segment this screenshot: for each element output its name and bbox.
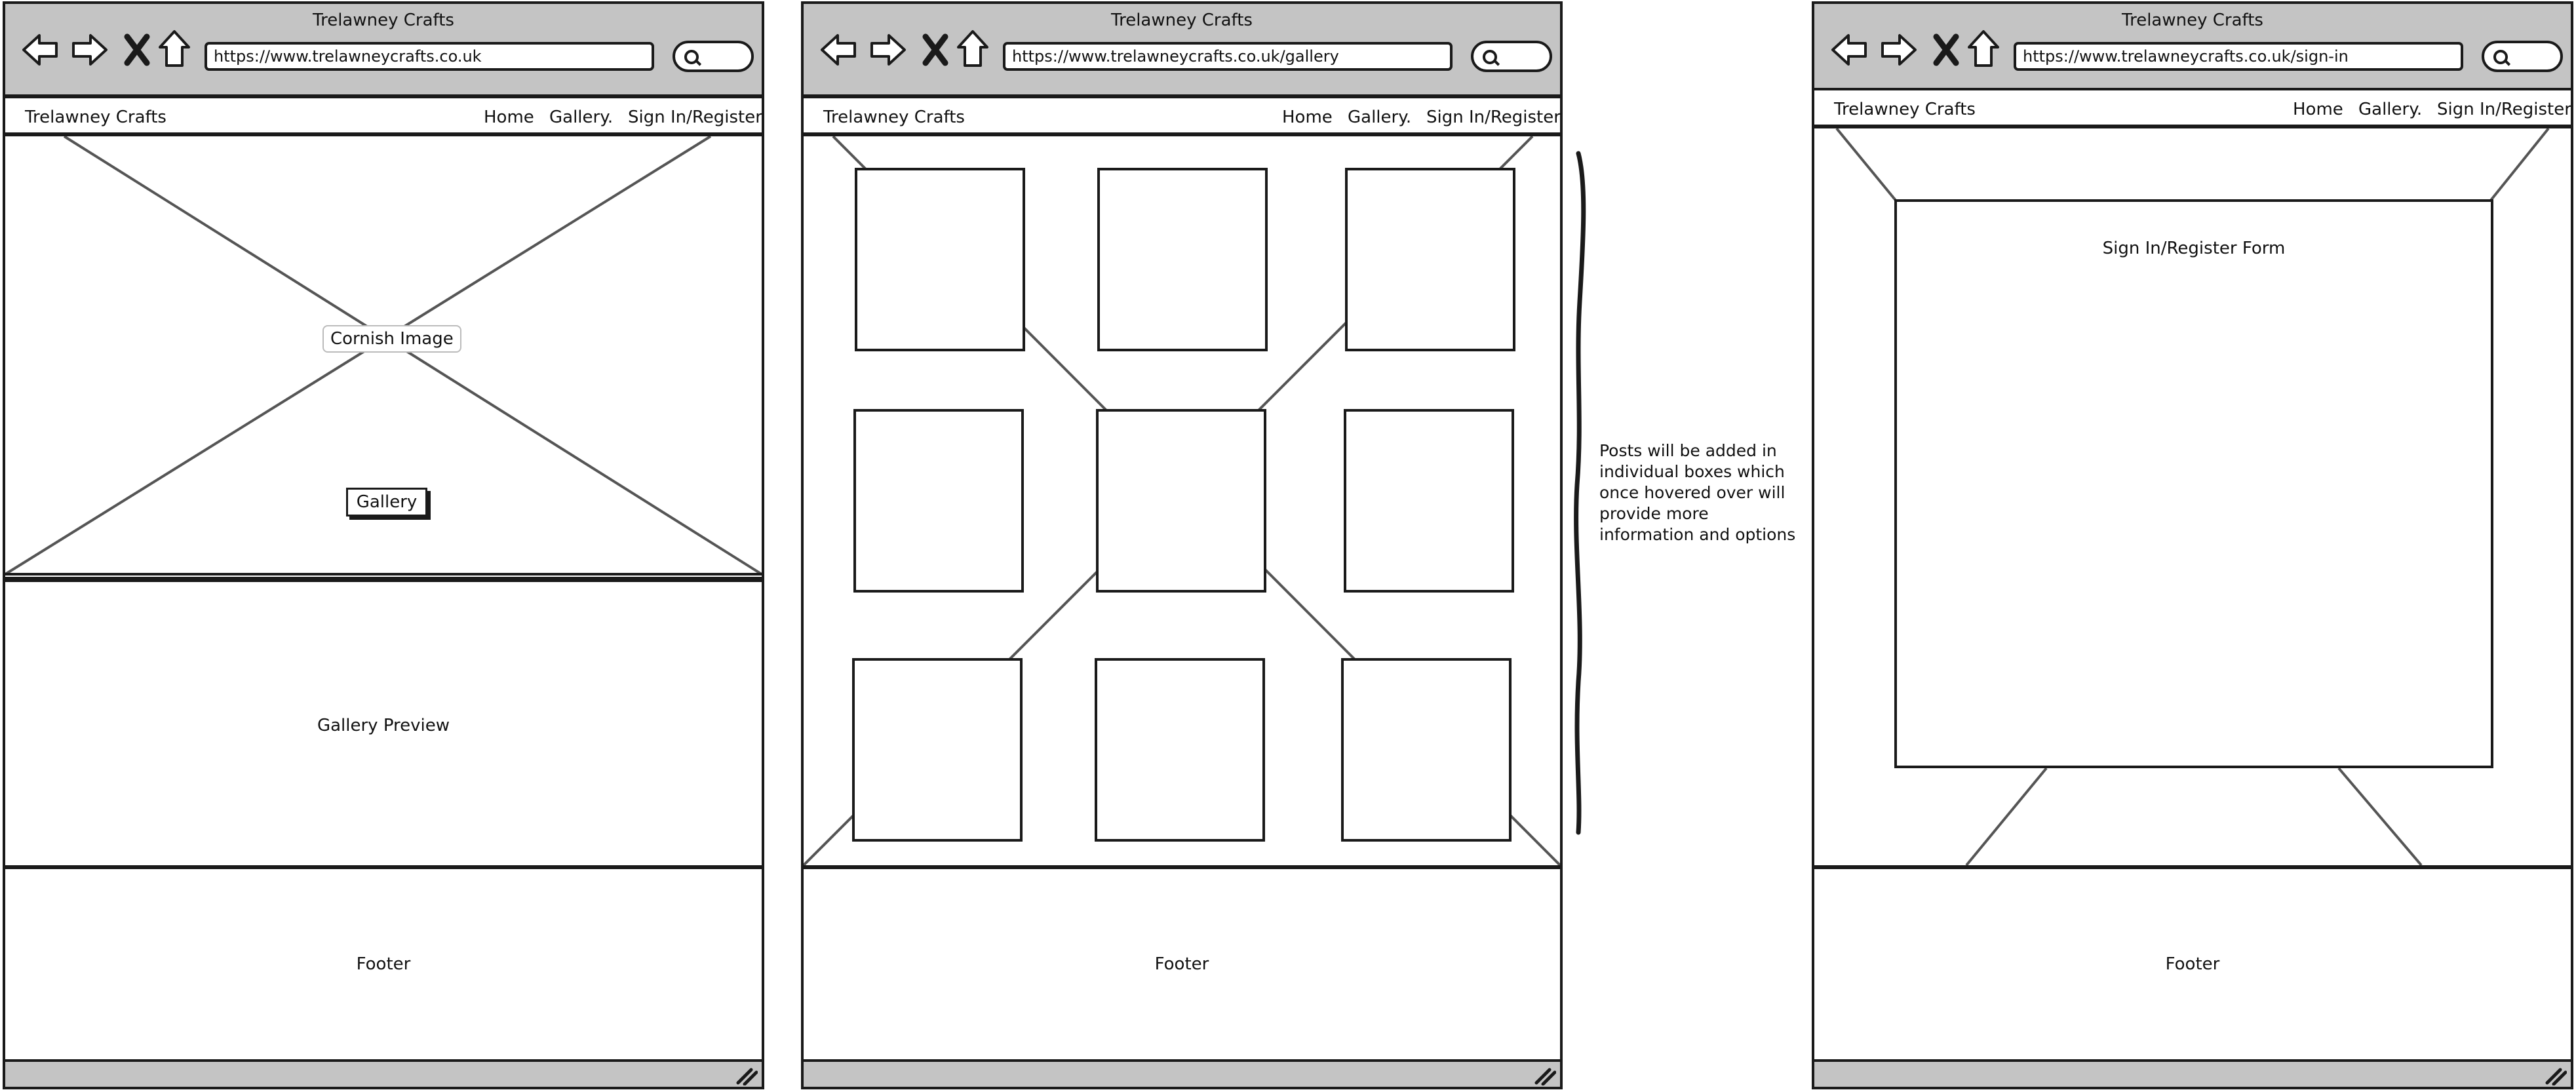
nav-home-link[interactable]: Home	[484, 107, 534, 127]
browser-titlebar: Trelawney Crafts https://www.trelawneycr…	[1812, 1, 2573, 90]
post-box[interactable]	[1345, 168, 1515, 351]
search-icon	[2493, 50, 2508, 64]
forward-arrow-icon[interactable]	[868, 30, 907, 69]
nav-home-link[interactable]: Home	[1282, 107, 1333, 127]
post-box[interactable]	[855, 168, 1025, 351]
nav-gallery-link[interactable]: Gallery.	[1348, 107, 1411, 127]
footer: Footer	[3, 867, 764, 1062]
post-box[interactable]	[853, 409, 1024, 593]
url-bar[interactable]: https://www.trelawneycrafts.co.uk/galler…	[1003, 42, 1453, 71]
hero-image-placeholder: Cornish Image Gallery	[3, 134, 764, 579]
gallery-preview-section: Gallery Preview	[3, 579, 764, 868]
nav-brand[interactable]: Trelawney Crafts	[25, 107, 166, 127]
post-box[interactable]	[1096, 409, 1266, 593]
home-icon[interactable]	[157, 29, 191, 68]
signin-content: Sign In/Register Form	[1812, 126, 2573, 868]
search-icon	[1483, 50, 1497, 64]
close-icon[interactable]	[122, 33, 152, 67]
signin-form-label: Sign In/Register Form	[2102, 239, 2286, 258]
annotation-note: Posts will be added in individual boxes …	[1599, 441, 1796, 544]
search-button[interactable]	[673, 41, 754, 72]
nav-brand[interactable]: Trelawney Crafts	[1834, 100, 1976, 119]
post-box[interactable]	[1095, 658, 1265, 842]
nav-signin-link[interactable]: Sign In/Register	[1426, 107, 1561, 127]
status-bar	[3, 1059, 764, 1089]
footer-label: Footer	[2165, 954, 2220, 974]
url-bar[interactable]: https://www.trelawneycrafts.co.uk	[205, 42, 654, 71]
home-icon[interactable]	[1966, 29, 2000, 68]
resize-grip-icon[interactable]	[1532, 1066, 1556, 1085]
url-bar[interactable]: https://www.trelawneycrafts.co.uk/sign-i…	[2014, 42, 2463, 71]
status-bar	[1812, 1059, 2573, 1089]
back-arrow-icon[interactable]	[21, 30, 60, 69]
resize-grip-icon[interactable]	[734, 1066, 758, 1085]
post-box[interactable]	[852, 658, 1023, 842]
wireframe-gallery: Trelawney Crafts https://www.trelawneycr…	[798, 0, 1565, 1092]
search-button[interactable]	[1471, 41, 1552, 72]
footer: Footer	[801, 867, 1563, 1062]
annotation-brace	[1574, 151, 1586, 835]
forward-arrow-icon[interactable]	[1879, 30, 1918, 69]
nav-signin-link[interactable]: Sign In/Register	[628, 107, 762, 127]
navbar: Trelawney Crafts Home Gallery. Sign In/R…	[801, 96, 1563, 135]
nav-gallery-link[interactable]: Gallery.	[2358, 100, 2422, 119]
window-title: Trelawney Crafts	[2122, 10, 2263, 30]
close-icon[interactable]	[1931, 33, 1961, 67]
signin-register-form[interactable]: Sign In/Register Form	[1894, 199, 2493, 768]
forward-arrow-icon[interactable]	[69, 30, 109, 69]
gallery-content	[801, 134, 1563, 868]
browser-titlebar: Trelawney Crafts https://www.trelawneycr…	[3, 1, 764, 97]
wireframe-home: Trelawney Crafts https://www.trelawneycr…	[0, 0, 767, 1092]
navbar: Trelawney Crafts Home Gallery. Sign In/R…	[1812, 88, 2573, 127]
post-box[interactable]	[1097, 168, 1268, 351]
gallery-preview-label: Gallery Preview	[317, 716, 450, 735]
back-arrow-icon[interactable]	[819, 30, 859, 69]
hero-image-label: Cornish Image	[322, 325, 461, 353]
footer-label: Footer	[1154, 954, 1209, 974]
search-button[interactable]	[2482, 41, 2563, 72]
browser-titlebar: Trelawney Crafts https://www.trelawneycr…	[801, 1, 1563, 97]
footer: Footer	[1812, 867, 2573, 1062]
search-icon	[684, 50, 699, 64]
window-title: Trelawney Crafts	[313, 10, 454, 30]
footer-label: Footer	[356, 954, 411, 974]
nav-signin-link[interactable]: Sign In/Register	[2437, 100, 2571, 119]
post-box[interactable]	[1341, 658, 1512, 842]
resize-grip-icon[interactable]	[2543, 1066, 2567, 1085]
wireframe-signin: Trelawney Crafts https://www.trelawneycr…	[1809, 0, 2576, 1092]
window-title: Trelawney Crafts	[1111, 10, 1253, 30]
nav-brand[interactable]: Trelawney Crafts	[823, 107, 965, 127]
navbar: Trelawney Crafts Home Gallery. Sign In/R…	[3, 96, 764, 135]
status-bar	[801, 1059, 1563, 1089]
hero-gallery-button[interactable]: Gallery	[346, 488, 427, 517]
post-box[interactable]	[1344, 409, 1514, 593]
home-icon[interactable]	[956, 29, 990, 68]
nav-gallery-link[interactable]: Gallery.	[549, 107, 613, 127]
close-icon[interactable]	[920, 33, 950, 67]
back-arrow-icon[interactable]	[1830, 30, 1869, 69]
nav-home-link[interactable]: Home	[2293, 100, 2343, 119]
